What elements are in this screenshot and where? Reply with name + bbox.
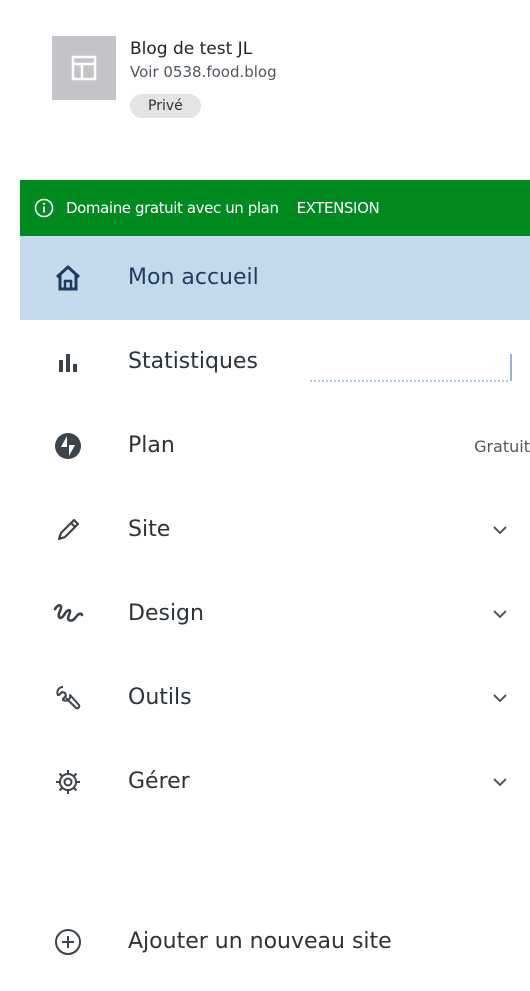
- sidebar-item-plan[interactable]: Plan Gratuit: [20, 404, 530, 488]
- sidebar-item-label: Gérer: [128, 769, 190, 794]
- sidebar-item-manage[interactable]: Gérer: [20, 740, 530, 824]
- sidebar-item-design[interactable]: Design: [20, 572, 530, 656]
- sidebar-item-label: Outils: [128, 685, 192, 710]
- site-url-link[interactable]: Voir 0538.food.blog: [130, 62, 277, 82]
- stats-sparkline: [310, 354, 512, 382]
- site-card[interactable]: Blog de test JL Voir 0538.food.blog Priv…: [52, 36, 492, 156]
- chevron-down-icon: [493, 778, 507, 787]
- sidebar-menu: Mon accueil Statistiques Plan Gratuit Si…: [20, 236, 530, 824]
- add-new-site-button[interactable]: Ajouter un nouveau site: [20, 900, 530, 984]
- chevron-down-icon: [493, 610, 507, 619]
- banner-cta-button[interactable]: EXTENSION: [297, 199, 380, 217]
- sidebar-item-label: Site: [128, 517, 171, 542]
- free-domain-banner[interactable]: Domaine gratuit avec un plan EXTENSION: [20, 180, 530, 236]
- sidebar-item-tools[interactable]: Outils: [20, 656, 530, 740]
- sidebar-item-label: Mon accueil: [128, 265, 259, 290]
- private-badge: Privé: [130, 94, 201, 118]
- info-icon: [34, 198, 54, 218]
- add-site-label: Ajouter un nouveau site: [128, 929, 392, 954]
- gear-icon: [52, 766, 84, 798]
- banner-text: Domaine gratuit avec un plan: [66, 199, 279, 217]
- layout-icon: [52, 36, 116, 100]
- sidebar-item-home[interactable]: Mon accueil: [20, 236, 530, 320]
- wrench-icon: [52, 682, 84, 714]
- chevron-down-icon: [493, 526, 507, 535]
- sidebar-item-label: Plan: [128, 433, 175, 458]
- sidebar-item-stats[interactable]: Statistiques: [20, 320, 530, 404]
- site-title: Blog de test JL: [130, 39, 253, 59]
- pencil-icon: [52, 514, 84, 546]
- design-icon: [52, 598, 84, 630]
- sidebar-item-site[interactable]: Site: [20, 488, 530, 572]
- home-icon: [52, 262, 84, 294]
- plus-circle-icon: [52, 926, 84, 958]
- sidebar-item-label: Statistiques: [128, 349, 258, 374]
- jetpack-icon: [52, 430, 84, 462]
- chevron-down-icon: [493, 694, 507, 703]
- sidebar-item-label: Design: [128, 601, 204, 626]
- stats-icon: [52, 346, 84, 378]
- plan-status: Gratuit: [474, 436, 530, 456]
